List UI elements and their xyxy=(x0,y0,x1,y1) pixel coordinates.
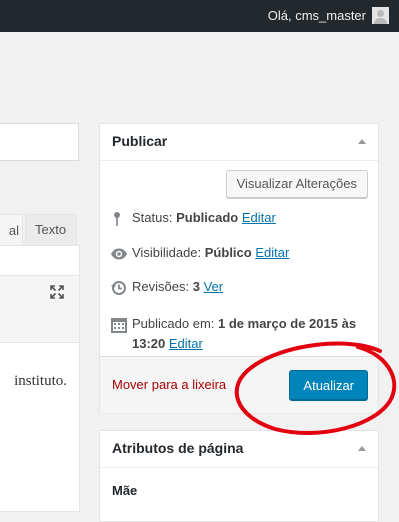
page-attributes-title: Atributos de página xyxy=(112,440,244,456)
collapse-arrow-icon[interactable] xyxy=(358,139,366,144)
visibility-label: Visibilidade: xyxy=(132,245,202,260)
status-row: Status: Publicado Editar xyxy=(110,210,276,227)
post-title-input[interactable] xyxy=(0,123,79,161)
revisions-clock-icon xyxy=(111,280,126,295)
publish-box-header[interactable]: Publicar xyxy=(100,124,378,161)
update-button[interactable]: Atualizar xyxy=(289,370,368,400)
revisions-count: 3 xyxy=(192,279,200,294)
calendar-icon xyxy=(111,317,127,333)
pin-icon xyxy=(114,211,120,226)
visibility-row: Visibilidade: Público Editar xyxy=(110,245,289,262)
edit-visibility-link[interactable]: Editar xyxy=(255,245,289,260)
revisions-label: Revisões: xyxy=(132,279,190,294)
page-attributes-box: Atributos de página Mãe xyxy=(99,430,379,522)
published-date-row: Publicado em: 1 de março de 2015 às 13:20… xyxy=(110,314,356,354)
tab-text-label: Texto xyxy=(35,222,67,237)
fullscreen-icon[interactable] xyxy=(49,284,65,300)
published-label: Publicado em: xyxy=(132,316,215,331)
view-revisions-link[interactable]: Ver xyxy=(204,279,224,294)
move-to-trash-link[interactable]: Mover para a lixeira xyxy=(112,377,226,392)
eye-icon xyxy=(111,248,127,260)
user-greeting[interactable]: Olá, cms_master xyxy=(268,8,366,23)
parent-page-label: Mãe xyxy=(112,483,138,498)
content-editor[interactable]: instituto. xyxy=(0,245,80,512)
visibility-value: Público xyxy=(204,245,252,260)
publish-actions: Mover para a lixeira Atualizar xyxy=(100,356,378,413)
admin-bar: Olá, cms_master xyxy=(0,0,399,32)
published-time: 13:20 xyxy=(132,336,166,351)
revisions-row: Revisões: 3 Ver xyxy=(110,279,223,296)
tab-visual[interactable]: al xyxy=(0,214,23,246)
edit-date-link[interactable]: Editar xyxy=(169,336,203,351)
page-attributes-header[interactable]: Atributos de página xyxy=(100,431,378,468)
editor-content-text: instituto. xyxy=(14,373,67,389)
tab-text[interactable]: Texto xyxy=(25,214,77,245)
collapse-arrow-icon[interactable] xyxy=(358,446,366,451)
user-avatar-icon[interactable] xyxy=(372,7,389,24)
edit-status-link[interactable]: Editar xyxy=(242,210,276,225)
status-label: Status: xyxy=(132,210,173,225)
published-date: 1 de março de 2015 às xyxy=(218,316,357,331)
tab-visual-label: al xyxy=(8,223,19,238)
publish-box: Publicar Visualizar Alterações Status: P… xyxy=(99,123,379,413)
preview-changes-button[interactable]: Visualizar Alterações xyxy=(225,170,368,198)
status-value: Publicado xyxy=(176,210,239,225)
editor-toolbar xyxy=(0,275,79,343)
publish-box-title: Publicar xyxy=(112,133,168,149)
